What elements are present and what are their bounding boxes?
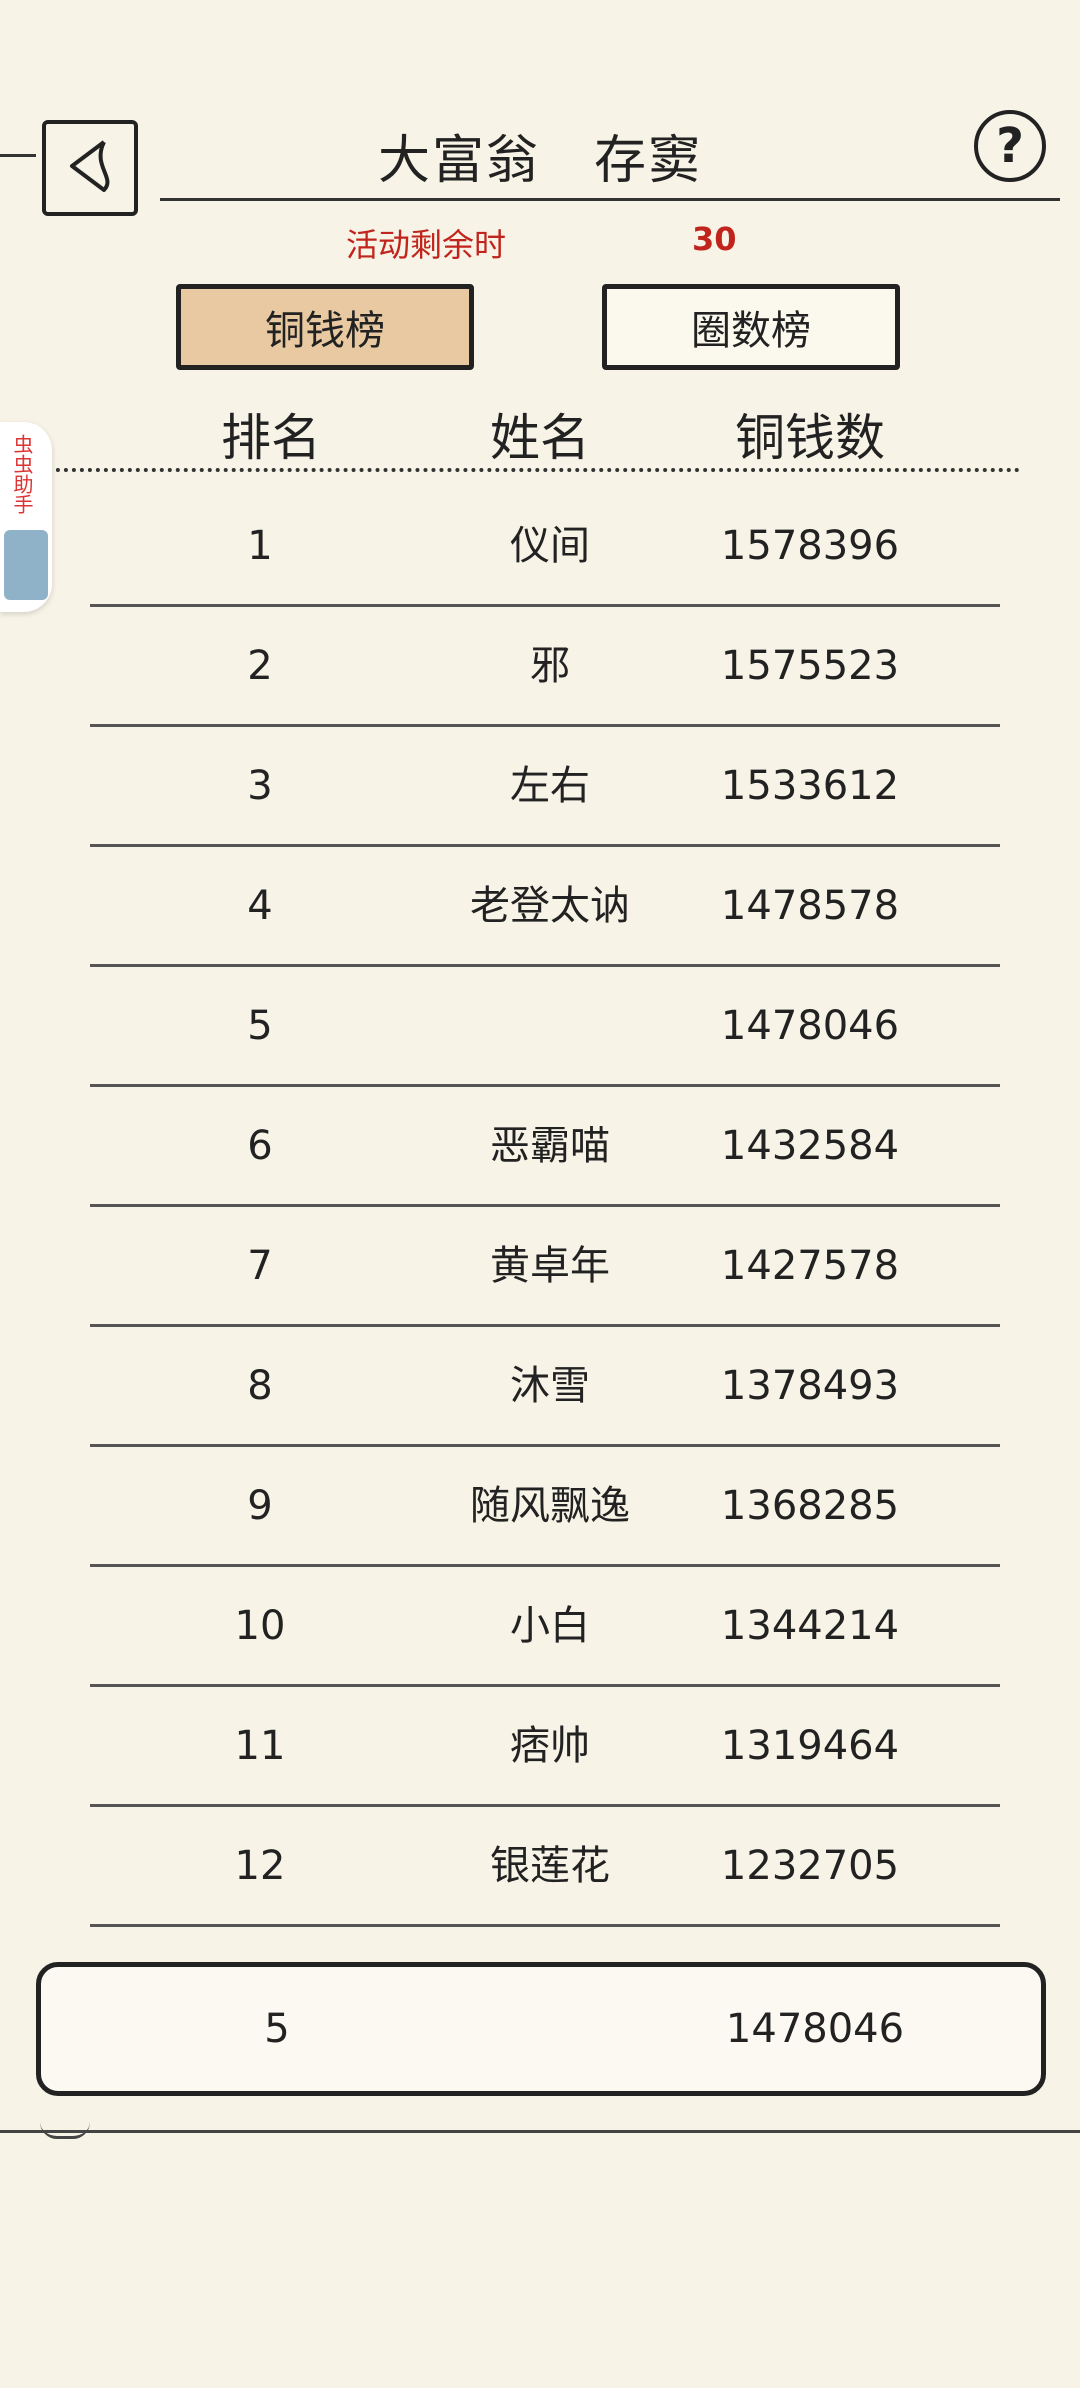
coins-cell: 1533612 (720, 763, 900, 809)
table-row: 7 黄卓年 1427578 (90, 1216, 1000, 1336)
coins-cell: 1432584 (720, 1123, 900, 1169)
page-title: 大富翁 存窦 (377, 131, 702, 191)
rank-cell: 8 (247, 1363, 273, 1409)
coins-cell: 1378493 (720, 1363, 900, 1409)
rank-cell: 4 (247, 883, 273, 929)
coins-cell: 1344214 (720, 1603, 900, 1649)
row-divider (90, 1564, 1000, 1567)
name-cell: 黄卓年 (490, 1243, 610, 1289)
footer-divider (0, 2130, 1080, 2133)
table-row: 11 痞帅 1319464 (90, 1696, 1000, 1816)
row-divider (90, 724, 1000, 727)
coins-cell: 1232705 (720, 1843, 900, 1889)
table-row: 6 恶霸喵 1432584 (90, 1096, 1000, 1216)
tab-label: 圈数榜 (691, 308, 811, 354)
row-divider (90, 1444, 1000, 1447)
name-cell: 老登太讷 (470, 883, 630, 929)
table-row: 10 小白 1344214 (90, 1576, 1000, 1696)
table-row: 4 老登太讷 1478578 (90, 856, 1000, 976)
name-cell (420, 976, 680, 1076)
rank-cell: 9 (247, 1483, 273, 1529)
name-cell: 恶霸喵 (490, 1123, 610, 1169)
tab-label: 铜钱榜 (265, 308, 385, 354)
coins-cell: 1578396 (720, 523, 900, 569)
row-divider (90, 604, 1000, 607)
my-rank-cell: 5 (264, 2006, 290, 2052)
row-divider (90, 1084, 1000, 1087)
my-rank-panel: 5 1478046 (36, 1962, 1046, 2096)
side-helper-image (4, 530, 48, 600)
name-cell: 左右 (510, 763, 590, 809)
countdown-value: 30 (692, 220, 737, 258)
name-cell: 沐雪 (510, 1363, 590, 1409)
row-divider (90, 1684, 1000, 1687)
row-divider (90, 1804, 1000, 1807)
back-arrow-icon (62, 134, 118, 202)
coins-cell: 1427578 (720, 1243, 900, 1289)
table-row: 1 仪间 1578396 (90, 496, 1000, 616)
table-row: 9 随风飘逸 1368285 (90, 1456, 1000, 1576)
table-row: 12 银莲花 1232705 (90, 1816, 1000, 1936)
rank-cell: 7 (247, 1243, 273, 1289)
rank-cell: 10 (234, 1603, 286, 1649)
rank-cell: 6 (247, 1123, 273, 1169)
header-divider-left (0, 154, 36, 157)
rank-cell: 11 (234, 1723, 286, 1769)
column-header-coins: 铜钱数 (735, 409, 885, 467)
my-name-cell (425, 1967, 685, 2091)
rank-cell: 3 (247, 763, 273, 809)
name-cell: 邪 (530, 643, 570, 689)
table-row: 3 左右 1533612 (90, 736, 1000, 856)
help-button[interactable]: ? (974, 110, 1046, 182)
back-button[interactable] (42, 120, 138, 216)
table-row: 5 1478046 (90, 976, 1000, 1096)
rank-cell: 1 (247, 523, 273, 569)
rank-cell: 12 (234, 1843, 286, 1889)
name-cell: 随风飘逸 (470, 1483, 630, 1529)
table-row: 2 邪 1575523 (90, 616, 1000, 736)
rank-cell: 5 (247, 1003, 273, 1049)
question-icon: ? (996, 118, 1024, 174)
side-helper-tab[interactable]: 虫虫助手 (0, 422, 52, 612)
column-header-name: 姓名 (490, 409, 590, 467)
name-cell: 痞帅 (510, 1723, 590, 1769)
coins-cell: 1478578 (720, 883, 900, 929)
coins-cell: 1319464 (720, 1723, 900, 1769)
tab-lap-ranking[interactable]: 圈数榜 (602, 284, 900, 370)
row-divider (90, 964, 1000, 967)
coins-cell: 1368285 (720, 1483, 900, 1529)
side-helper-label: 虫虫助手 (10, 434, 34, 514)
row-divider (90, 844, 1000, 847)
name-cell: 银莲花 (490, 1843, 610, 1889)
column-header-rank: 排名 (221, 409, 321, 467)
rank-cell: 2 (247, 643, 273, 689)
name-cell: 仪间 (510, 523, 590, 569)
row-divider (90, 1324, 1000, 1327)
row-divider (90, 1924, 1000, 1927)
coins-cell: 1575523 (720, 643, 900, 689)
status-bar-area (0, 0, 1080, 90)
name-cell: 小白 (510, 1603, 590, 1649)
header-dotted-divider (0, 468, 1020, 472)
footer-swirl (40, 2122, 90, 2139)
table-row: 8 沐雪 1378493 (90, 1336, 1000, 1456)
row-divider (90, 1204, 1000, 1207)
countdown-label: 活动剩余时 (346, 226, 507, 264)
header-divider (160, 198, 1060, 201)
tab-coin-ranking[interactable]: 铜钱榜 (176, 284, 474, 370)
my-coins-cell: 1478046 (725, 2006, 905, 2052)
coins-cell: 1478046 (720, 1003, 900, 1049)
